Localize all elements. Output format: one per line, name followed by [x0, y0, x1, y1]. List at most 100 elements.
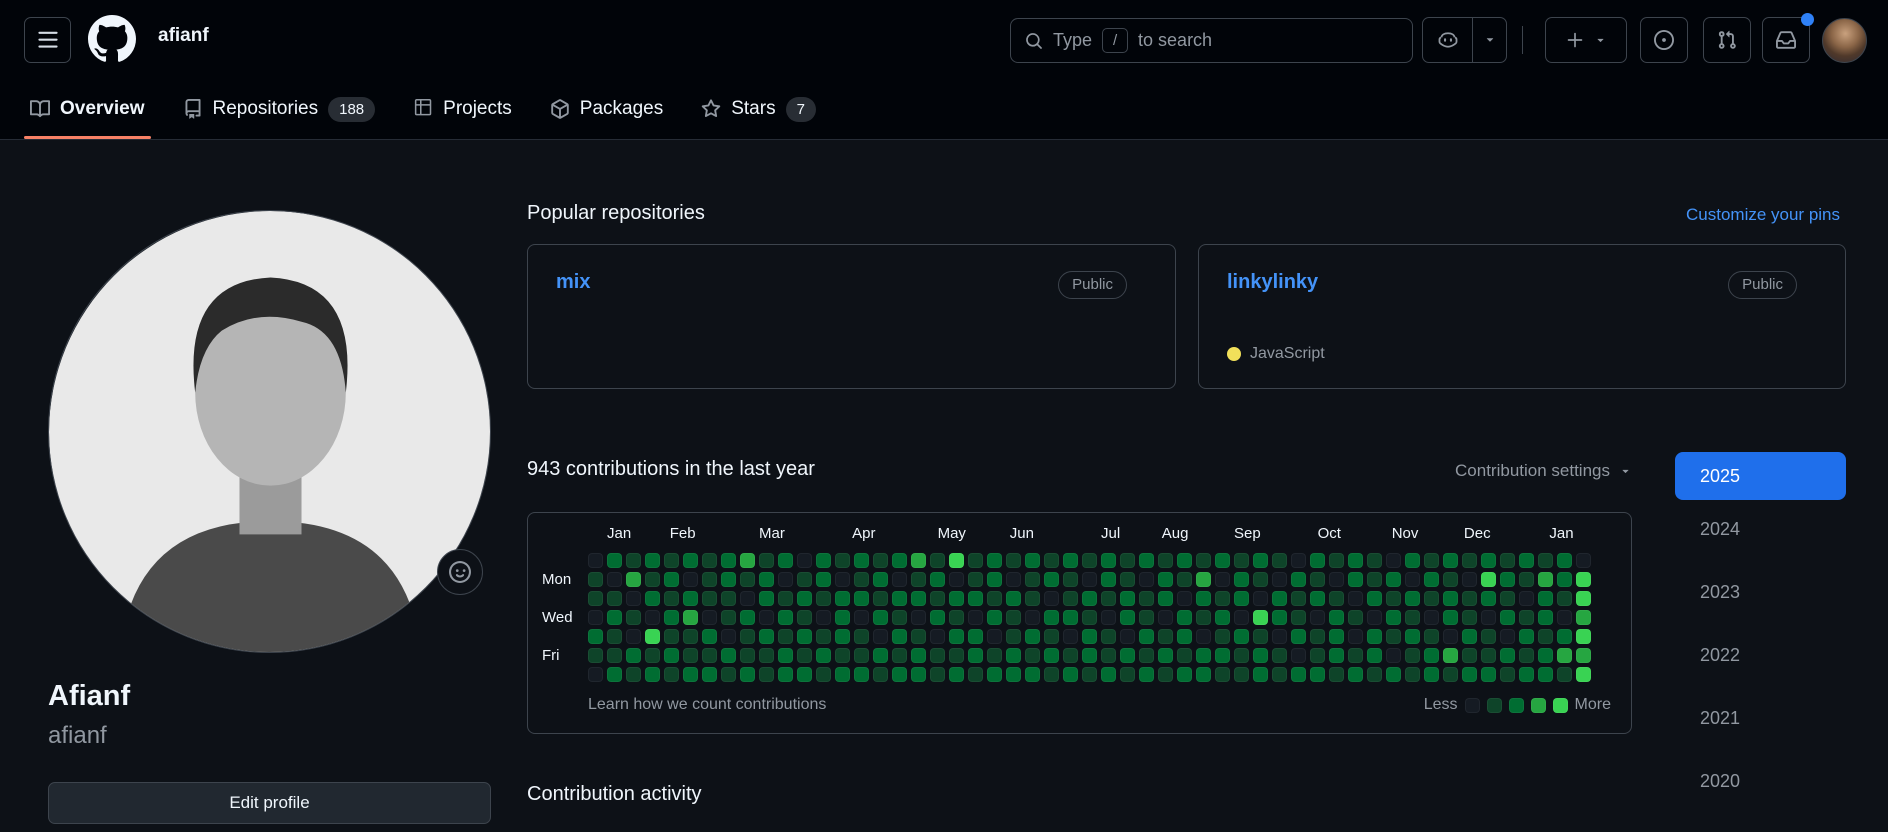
- contribution-cell[interactable]: [1386, 610, 1401, 625]
- copilot-button[interactable]: [1422, 17, 1507, 63]
- contribution-cell[interactable]: [1367, 553, 1382, 568]
- contribution-cell[interactable]: [968, 553, 983, 568]
- legend-level-cell[interactable]: [1553, 698, 1568, 713]
- contribution-cell[interactable]: [1253, 591, 1268, 606]
- contribution-cell[interactable]: [1405, 667, 1420, 682]
- contribution-cell[interactable]: [626, 629, 641, 644]
- contribution-cell[interactable]: [1576, 591, 1591, 606]
- contribution-cell[interactable]: [1405, 629, 1420, 644]
- contribution-cell[interactable]: [1367, 591, 1382, 606]
- contribution-cell[interactable]: [1139, 667, 1154, 682]
- contribution-cell[interactable]: [1082, 610, 1097, 625]
- contribution-cell[interactable]: [1557, 629, 1572, 644]
- contribution-cell[interactable]: [1538, 572, 1553, 587]
- contribution-cell[interactable]: [664, 629, 679, 644]
- contribution-cell[interactable]: [1424, 629, 1439, 644]
- contribution-cell[interactable]: [854, 591, 869, 606]
- contribution-cell[interactable]: [1082, 572, 1097, 587]
- contribution-cell[interactable]: [1177, 553, 1192, 568]
- contribution-cell[interactable]: [835, 572, 850, 587]
- contribution-cell[interactable]: [1234, 648, 1249, 663]
- contribution-cell[interactable]: [797, 667, 812, 682]
- contribution-cell[interactable]: [930, 610, 945, 625]
- contribution-cell[interactable]: [1576, 553, 1591, 568]
- contribution-cell[interactable]: [930, 629, 945, 644]
- contribution-cell[interactable]: [1063, 572, 1078, 587]
- contribution-cell[interactable]: [1576, 648, 1591, 663]
- contribution-cell[interactable]: [626, 648, 641, 663]
- contribution-cell[interactable]: [740, 572, 755, 587]
- contribution-cell[interactable]: [721, 610, 736, 625]
- contribution-cell[interactable]: [1310, 629, 1325, 644]
- contribution-cell[interactable]: [683, 610, 698, 625]
- contribution-cell[interactable]: [1006, 553, 1021, 568]
- contribution-cell[interactable]: [1538, 667, 1553, 682]
- contribution-cell[interactable]: [1063, 610, 1078, 625]
- contribution-cell[interactable]: [1291, 648, 1306, 663]
- contribution-cell[interactable]: [1006, 648, 1021, 663]
- contribution-cell[interactable]: [607, 591, 622, 606]
- contribution-cell[interactable]: [1082, 648, 1097, 663]
- contribution-cell[interactable]: [1139, 648, 1154, 663]
- contribution-cell[interactable]: [911, 591, 926, 606]
- contribution-cell[interactable]: [645, 629, 660, 644]
- contribution-cell[interactable]: [778, 553, 793, 568]
- contribution-cell[interactable]: [1139, 591, 1154, 606]
- contribution-cell[interactable]: [588, 667, 603, 682]
- contribution-cell[interactable]: [645, 591, 660, 606]
- contribution-cell[interactable]: [721, 591, 736, 606]
- contribution-cell[interactable]: [1405, 648, 1420, 663]
- notifications-inbox-button[interactable]: [1762, 17, 1810, 63]
- contribution-cell[interactable]: [911, 572, 926, 587]
- contribution-cell[interactable]: [1557, 648, 1572, 663]
- contribution-cell[interactable]: [911, 629, 926, 644]
- tab-overview[interactable]: Overview: [30, 79, 145, 139]
- contribution-cell[interactable]: [1291, 629, 1306, 644]
- contribution-cell[interactable]: [1234, 591, 1249, 606]
- contribution-cell[interactable]: [1405, 572, 1420, 587]
- contribution-cell[interactable]: [1329, 648, 1344, 663]
- contribution-cell[interactable]: [1006, 572, 1021, 587]
- contribution-cell[interactable]: [702, 553, 717, 568]
- contribution-cell[interactable]: [1443, 572, 1458, 587]
- edit-profile-button[interactable]: Edit profile: [48, 782, 491, 824]
- contribution-cell[interactable]: [1310, 591, 1325, 606]
- contribution-cell[interactable]: [1139, 629, 1154, 644]
- contribution-cell[interactable]: [1196, 553, 1211, 568]
- contribution-cell[interactable]: [816, 629, 831, 644]
- contribution-cell[interactable]: [1006, 667, 1021, 682]
- contribution-cell[interactable]: [740, 648, 755, 663]
- contribution-cell[interactable]: [1500, 572, 1515, 587]
- contribution-cell[interactable]: [1386, 667, 1401, 682]
- contribution-cell[interactable]: [1253, 629, 1268, 644]
- contribution-cell[interactable]: [930, 667, 945, 682]
- contribution-cell[interactable]: [1139, 553, 1154, 568]
- contribution-cell[interactable]: [797, 572, 812, 587]
- contribution-cell[interactable]: [1310, 648, 1325, 663]
- contribution-cell[interactable]: [1272, 629, 1287, 644]
- contribution-cell[interactable]: [1367, 648, 1382, 663]
- contribution-cell[interactable]: [1348, 572, 1363, 587]
- learn-contributions-link[interactable]: Learn how we count contributions: [588, 696, 826, 714]
- contribution-cell[interactable]: [1557, 667, 1572, 682]
- contribution-cell[interactable]: [1120, 553, 1135, 568]
- contribution-cell[interactable]: [1253, 667, 1268, 682]
- contribution-cell[interactable]: [816, 572, 831, 587]
- contribution-cell[interactable]: [1253, 572, 1268, 587]
- contribution-cell[interactable]: [1234, 572, 1249, 587]
- contribution-cell[interactable]: [1215, 648, 1230, 663]
- github-logo-icon[interactable]: [88, 15, 136, 63]
- contribution-cell[interactable]: [1424, 553, 1439, 568]
- contribution-cell[interactable]: [1576, 629, 1591, 644]
- contribution-cell[interactable]: [721, 629, 736, 644]
- contribution-cell[interactable]: [683, 667, 698, 682]
- contribution-cell[interactable]: [683, 629, 698, 644]
- contribution-cell[interactable]: [873, 610, 888, 625]
- contribution-cell[interactable]: [1291, 553, 1306, 568]
- contribution-cell[interactable]: [1462, 629, 1477, 644]
- contribution-cell[interactable]: [1120, 667, 1135, 682]
- contribution-cell[interactable]: [1481, 610, 1496, 625]
- contribution-cell[interactable]: [892, 667, 907, 682]
- contribution-cell[interactable]: [1234, 629, 1249, 644]
- contribution-cell[interactable]: [1519, 629, 1534, 644]
